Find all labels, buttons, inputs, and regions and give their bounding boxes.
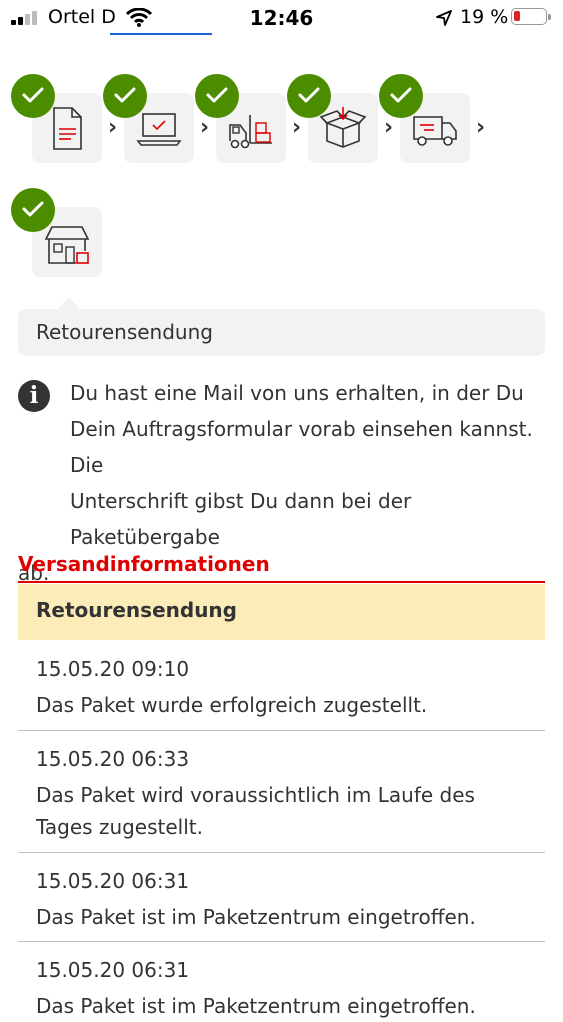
info-line: Unterschrift gibst Du dann bei der Paket… — [70, 489, 412, 549]
event-timestamp: 15.05.20 06:31 — [36, 958, 190, 982]
event-timestamp: 15.05.20 09:10 — [36, 657, 190, 681]
event-message: Das Paket ist im Paketzentrum eingetroff… — [36, 905, 476, 929]
step-complete-check-icon — [379, 74, 423, 118]
section-divider — [18, 581, 545, 583]
status-bar: Ortel D 12:46 19 % — [0, 0, 563, 38]
step-complete-check-icon — [195, 74, 239, 118]
current-step-bubble: Retourensendung — [18, 309, 545, 356]
chevron-right-icon: › — [108, 115, 118, 140]
chevron-right-icon: › — [384, 115, 394, 140]
step-complete-check-icon — [11, 188, 55, 232]
battery-percent: 19 % — [460, 6, 509, 28]
tracking-event-row: 15.05.20 06:31 Das Paket ist im Paketzen… — [18, 942, 545, 1018]
event-message: Das Paket wurde erfolgreich zugestellt. — [36, 693, 428, 717]
event-message: Das Paket ist im Paketzentrum eingetroff… — [36, 994, 476, 1018]
section-title: Versandinformationen — [18, 552, 270, 576]
current-step-label: Retourensendung — [36, 320, 213, 344]
step-complete-check-icon — [287, 74, 331, 118]
location-arrow-icon — [436, 10, 452, 26]
tracking-event-row: 15.05.20 06:33 Das Paket wird voraussich… — [18, 731, 545, 853]
step-complete-check-icon — [11, 74, 55, 118]
step-complete-check-icon — [103, 74, 147, 118]
info-line: Du hast eine Mail von uns erhalten, in d… — [70, 381, 524, 405]
tracking-event-row: 15.05.20 09:10 Das Paket wurde erfolgrei… — [18, 641, 545, 731]
event-message: Das Paket wird voraussichtlich im Laufe … — [36, 783, 475, 839]
table-header-label: Retourensendung — [36, 598, 237, 622]
bubble-pointer — [58, 297, 80, 309]
info-line: Dein Auftragsformular vorab einsehen kan… — [70, 417, 533, 477]
chevron-right-icon: › — [476, 115, 486, 140]
page-load-bar — [110, 33, 212, 35]
event-timestamp: 15.05.20 06:31 — [36, 869, 190, 893]
chevron-right-icon: › — [292, 115, 302, 140]
chevron-right-icon: › — [200, 115, 210, 140]
shipping-table-header: Retourensendung — [18, 584, 545, 640]
event-timestamp: 15.05.20 06:33 — [36, 747, 190, 771]
tracking-event-row: 15.05.20 06:31 Das Paket ist im Paketzen… — [18, 853, 545, 942]
battery-icon — [511, 8, 551, 25]
